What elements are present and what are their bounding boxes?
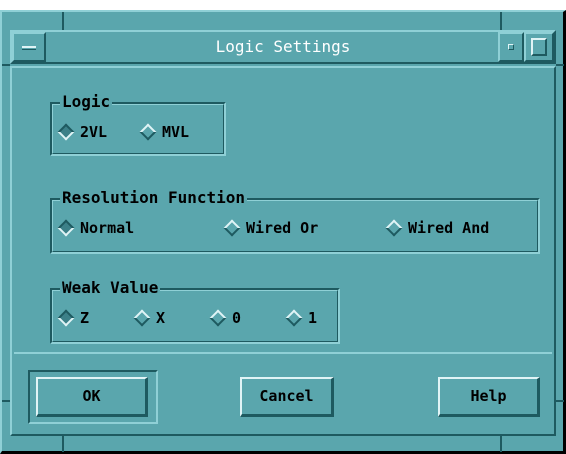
resolution-option-normal[interactable]: Normal [56,216,134,240]
diamond-radio-icon [133,309,151,327]
weak-option-z[interactable]: Z [56,306,89,330]
diamond-radio-icon [139,123,157,141]
diamond-radio-icon [223,219,241,237]
frame-notch [2,400,10,402]
minimize-button[interactable] [498,32,524,62]
maximize-icon [531,38,547,56]
resolution-function-group-label: Resolution Function [60,188,248,208]
diamond-radio-icon [285,309,303,327]
separator [14,352,552,354]
window-title: Logic Settings [215,37,351,56]
weak-value-group: Weak Value Z X 0 1 [50,278,340,344]
weak-option-x[interactable]: X [132,306,165,330]
diamond-radio-icon [57,219,75,237]
frame-notch [556,400,564,402]
frame-notch [556,64,564,66]
frame-notch [500,436,502,452]
ok-button[interactable]: OK [36,377,148,417]
dialog-body: Logic 2VL MVL Resolution Function Normal… [10,66,556,436]
cancel-button[interactable]: Cancel [240,377,334,417]
help-button[interactable]: Help [438,377,540,417]
logic-option-2vl[interactable]: 2VL [56,120,107,144]
diamond-radio-icon [385,219,403,237]
resolution-option-wired-or[interactable]: Wired Or [222,216,318,240]
logic-group-label: Logic [60,92,113,112]
frame-notch [2,64,10,66]
diamond-radio-icon [209,309,227,327]
title-bar[interactable]: Logic Settings [10,30,556,64]
minimize-icon [508,44,514,50]
resolution-function-group: Resolution Function Normal Wired Or Wire… [50,188,540,254]
frame-notch [500,12,502,30]
diamond-radio-icon [57,123,75,141]
weak-option-1[interactable]: 1 [284,306,317,330]
resolution-option-wired-and[interactable]: Wired And [384,216,489,240]
logic-option-mvl[interactable]: MVL [138,120,189,144]
weak-value-group-label: Weak Value [60,278,161,298]
frame-notch [62,12,64,30]
frame-notch [62,436,64,452]
logic-group: Logic 2VL MVL [50,92,226,156]
weak-option-0[interactable]: 0 [208,306,241,330]
maximize-button[interactable] [524,32,554,62]
diamond-radio-icon [57,309,75,327]
